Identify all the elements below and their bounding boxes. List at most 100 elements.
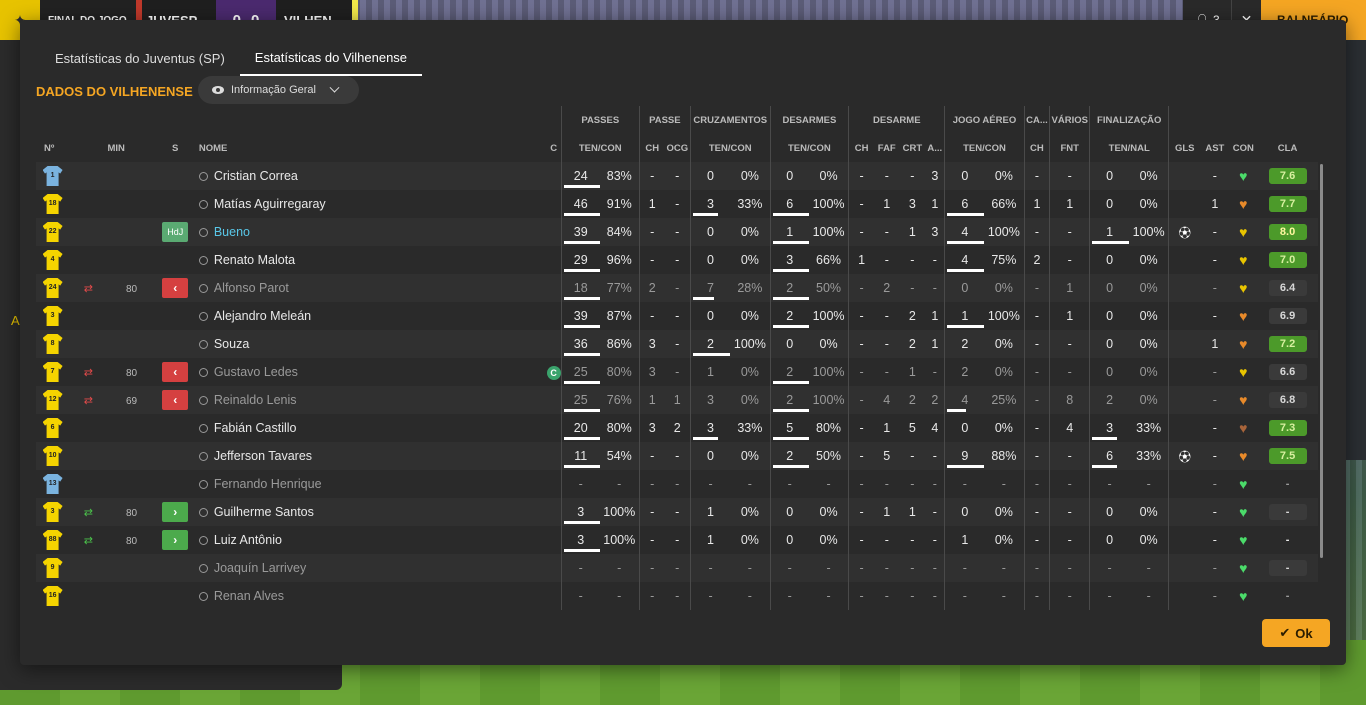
player-name[interactable]: Guilherme Santos xyxy=(194,498,547,526)
value: 0% xyxy=(819,533,838,547)
col-tackles-att[interactable]: TEN/CON xyxy=(769,134,849,162)
col-tackle-ch[interactable]: CH xyxy=(848,134,874,162)
tackles-attempted: 2 xyxy=(769,386,809,414)
player-name[interactable]: Jefferson Tavares xyxy=(194,442,547,470)
col-crosses-att[interactable]: TEN/CON xyxy=(689,134,771,162)
minute: 80 xyxy=(125,368,138,379)
col-goals[interactable]: GLS xyxy=(1168,134,1201,162)
value: - xyxy=(675,169,680,183)
player-name[interactable]: Alfonso Parot xyxy=(194,274,547,302)
col-rating[interactable]: CLA xyxy=(1257,134,1318,162)
col-faf[interactable]: FAF xyxy=(874,134,900,162)
value: 100% xyxy=(987,309,1020,323)
shots-on-target: - xyxy=(1128,470,1169,498)
player-row[interactable]: 12 ⇄ 69 ‹ Reinaldo Lenis 25 76% 1 1 3 0% 2 100% -4 2 2 4… xyxy=(36,386,1318,414)
col-minutes[interactable]: MIN xyxy=(107,134,155,162)
value: 0% xyxy=(740,393,759,407)
col-condition[interactable]: CON xyxy=(1230,134,1258,162)
sub-out-badge[interactable]: ‹ xyxy=(162,278,189,298)
player-name-text[interactable]: Bueno xyxy=(214,225,250,239)
player-name[interactable]: Matías Aguirregaray xyxy=(194,190,547,218)
player-name[interactable]: Souza xyxy=(194,330,547,358)
player-row[interactable]: 3 Alejandro Meleán 39 87% - -0 0% 2 100% - -2 1 1 100… xyxy=(36,302,1318,330)
player-name-text[interactable]: Fernando Henrique xyxy=(214,477,322,491)
tackle-ch: 1 xyxy=(848,246,874,274)
player-row[interactable]: 24 ⇄ 80 ‹ Alfonso Parot 18 77% 2 - 7 28% 2 50% - 2 - - 0 0… xyxy=(36,274,1318,302)
player-name[interactable]: Renan Alves xyxy=(194,582,547,610)
col-crt[interactable]: CRT xyxy=(900,134,926,162)
player-row[interactable]: 7 ⇄ 80 ‹ Gustavo Ledes C 25 80% 3-1 0% 2 100% - -1-2 0… xyxy=(36,358,1318,386)
col-shots[interactable]: TEN/NAL xyxy=(1089,134,1169,162)
col-passes-att[interactable]: TEN/CON xyxy=(560,134,640,162)
player-name-text[interactable]: Luiz Antônio xyxy=(214,533,282,547)
player-row[interactable]: 6 Fabián Castillo 20 80% 3 2 3 33% 5 80% - 1 5 4 0 0% - 4… xyxy=(36,414,1318,442)
shirt-icon: 8 xyxy=(42,334,63,354)
col-sub[interactable]: S xyxy=(156,134,195,162)
player-row[interactable]: 16 Renan Alves - - - - - - - - - - - - - - - - - - - ♥ - xyxy=(36,582,1318,610)
player-name-text[interactable]: Alfonso Parot xyxy=(214,281,289,295)
player-row[interactable]: 8 Souza 36 86% 3 - 2 100% 0 0% - - 2 1 2 0% - - 0 0% 1 ♥ 7.2 xyxy=(36,330,1318,358)
sub-in-badge[interactable]: › xyxy=(162,502,189,522)
player-name[interactable]: Fernando Henrique xyxy=(194,470,547,498)
player-name-text[interactable]: Reinaldo Lenis xyxy=(214,393,297,407)
value: 1 xyxy=(707,505,714,519)
col-passe-ch[interactable]: CH xyxy=(638,134,665,162)
player-name-text[interactable]: Souza xyxy=(214,337,249,351)
player-name-text[interactable]: Matías Aguirregaray xyxy=(214,197,326,211)
player-name-text[interactable]: Renato Malota xyxy=(214,253,295,267)
player-name-text[interactable]: Fabián Castillo xyxy=(214,421,297,435)
player-row[interactable]: 10 Jefferson Tavares 11 54% - - 0 0% 2 50% - 5 - - 9 88… xyxy=(36,442,1318,470)
col-fnt[interactable]: FNT xyxy=(1049,134,1090,162)
col-name[interactable]: NOME xyxy=(195,134,547,162)
player-name[interactable]: Cristian Correa xyxy=(194,162,547,190)
col-aerial-att[interactable]: TEN/CON xyxy=(944,134,1025,162)
player-name-text[interactable]: Guilherme Santos xyxy=(214,505,314,519)
col-passe-ocg[interactable]: OCG xyxy=(665,134,691,162)
player-row[interactable]: 4 Renato Malota 29 96% - - 0 0% 3 66% 1 - - - 4 75% 2 - 0 0… xyxy=(36,246,1318,274)
player-row[interactable]: 13 Fernando Henrique - - - - - - - - - - - - - - - - - - - ♥ - xyxy=(36,470,1318,498)
player-name[interactable]: Luiz Antônio xyxy=(194,526,547,554)
player-name[interactable]: Alejandro Meleán xyxy=(194,302,547,330)
view-select[interactable]: Informação Geral xyxy=(198,76,359,104)
ca-ch: - xyxy=(1023,582,1050,610)
tackle-crt: 2 xyxy=(899,386,926,414)
value: 1 xyxy=(961,533,969,547)
col-captain[interactable]: C xyxy=(547,134,562,162)
col-ca-ch[interactable]: CH xyxy=(1023,134,1050,162)
sub-out-badge[interactable]: ‹ xyxy=(162,362,189,382)
player-name-text[interactable]: Cristian Correa xyxy=(214,169,298,183)
value: 1 xyxy=(908,225,916,239)
player-name-text[interactable]: Gustavo Ledes xyxy=(214,365,298,379)
player-row[interactable]: 18 Matías Aguirregaray 46 91% 1-3 33% 6 100% -1 3… xyxy=(36,190,1318,218)
player-name-text[interactable]: Jefferson Tavares xyxy=(214,449,312,463)
player-name-text[interactable]: Alejandro Meleán xyxy=(214,309,311,323)
col-a[interactable]: A... xyxy=(925,134,945,162)
value: 0% xyxy=(740,253,759,267)
player-row[interactable]: 3 ⇄ 80 › Guilherme Santos 3 100% - -1 0% 0 0% -1 1-0 0… xyxy=(36,498,1318,526)
player-name[interactable]: Bueno xyxy=(194,218,547,246)
player-name[interactable]: Joaquín Larrivey xyxy=(194,554,547,582)
scrollbar-thumb[interactable] xyxy=(1320,164,1323,558)
player-name-text[interactable]: Renan Alves xyxy=(214,589,284,603)
player-row[interactable]: 88 ⇄ 80 › Luiz Antônio 3 100% - -1 0% 0 0% - - - -1 0% - -… xyxy=(36,526,1318,554)
shots-on-target: 0% xyxy=(1128,526,1169,554)
col-assists[interactable]: AST xyxy=(1200,134,1229,162)
tab-juventus-stats[interactable]: Estatísticas do Juventus (SP) xyxy=(40,40,240,76)
ok-button[interactable]: ✔ Ok xyxy=(1262,619,1330,647)
player-name[interactable]: Reinaldo Lenis xyxy=(194,386,547,414)
player-name-text[interactable]: Joaquín Larrivey xyxy=(214,561,306,575)
tab-vilhenense-stats[interactable]: Estatísticas do Vilhenense xyxy=(239,40,423,76)
player-name[interactable]: Renato Malota xyxy=(194,246,547,274)
goals: ⚽︎ xyxy=(1168,442,1201,470)
substitution-indicator xyxy=(69,442,108,470)
value: - xyxy=(859,197,864,211)
sub-in-badge[interactable]: › xyxy=(162,530,189,550)
col-number[interactable]: Nº xyxy=(36,134,69,162)
player-name[interactable]: Gustavo Ledes xyxy=(194,358,547,386)
value: 33% xyxy=(737,421,763,435)
player-row[interactable]: 22 HdJ Bueno 39 84% - -0 0% 1 100% - -1 3 4 100% - -1 100… xyxy=(36,218,1318,246)
player-row[interactable]: 9 Joaquín Larrivey - - - - - - - - - - - - - - - - - - - ♥ - xyxy=(36,554,1318,582)
player-row[interactable]: 1 Cristian Correa 24 83% - - 0 0% 0 0% - - - 3 0 0% - - 0 0… xyxy=(36,162,1318,190)
player-name[interactable]: Fabián Castillo xyxy=(194,414,547,442)
sub-out-badge[interactable]: ‹ xyxy=(162,390,189,410)
